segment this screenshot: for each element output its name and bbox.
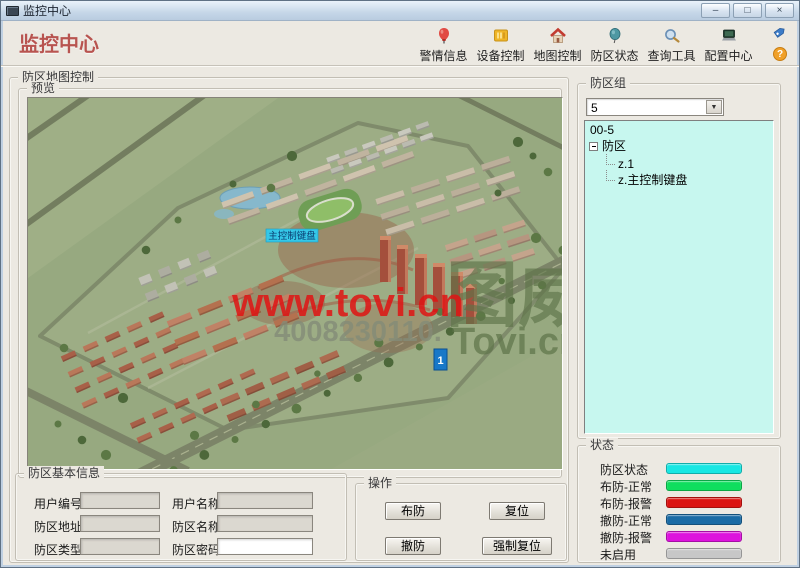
legend-label: 撤防-正常: [600, 512, 652, 529]
legend-row: 未启用: [578, 545, 780, 562]
app-icon: [6, 6, 19, 16]
toolbar-button-zone-status[interactable]: 防区状态: [586, 24, 643, 64]
svg-text:1: 1: [437, 355, 443, 367]
tree-node-zones[interactable]: 防区: [587, 138, 771, 154]
window-title: 监控中心: [23, 2, 71, 19]
tree-root-item[interactable]: 00-5: [587, 122, 771, 138]
zone-group-dropdown[interactable]: 5 ▼: [586, 98, 724, 116]
device-panel-icon: [472, 26, 529, 46]
field-label-zone-password: 防区密码: [172, 541, 220, 558]
header-divider: [1, 65, 799, 67]
legend-row: 防区状态: [578, 460, 780, 477]
preview-group: 预览: [18, 88, 562, 478]
legend-color-disarmed-alarm: [666, 531, 742, 542]
legend-label: 撤防-报警: [600, 529, 652, 546]
tree-connector: [606, 170, 615, 181]
group-title: 状态: [586, 438, 618, 452]
field-label-zone-type: 防区类型: [34, 541, 82, 558]
legend-color-disarmed-normal: [666, 514, 742, 525]
zone-info-group: 防区基本信息 用户编号 用户名称 防区地址 防区名称 防区类型 防区密码: [15, 473, 347, 561]
chevron-down-icon[interactable]: ▼: [706, 100, 722, 114]
map-zone-marker-1[interactable]: 1: [434, 349, 447, 370]
zone-status-icon: [586, 26, 643, 46]
zone-type-field[interactable]: [80, 538, 160, 555]
close-button[interactable]: ×: [765, 3, 794, 18]
field-label-zone-address: 防区地址: [34, 518, 82, 535]
map-device-label-keyboard[interactable]: 主控制键盘: [266, 229, 318, 242]
zone-name-field[interactable]: [217, 515, 313, 532]
maximize-button[interactable]: □: [733, 3, 762, 18]
zone-address-field[interactable]: [80, 515, 160, 532]
user-name-field[interactable]: [217, 492, 313, 509]
legend-color-disabled: [666, 548, 742, 559]
field-label-user-name: 用户名称: [172, 495, 220, 512]
legend-color-armed-normal: [666, 480, 742, 491]
toolbar-label: 配置中心: [700, 47, 757, 64]
legend-label: 防区状态: [600, 461, 648, 478]
field-label-zone-name: 防区名称: [172, 518, 220, 535]
zone-map[interactable]: 4008230110. Tovi.cn 图威 www.tovi.cn 主控制键盘…: [27, 97, 563, 470]
map-watermark-url: www.tovi.cn: [231, 281, 464, 325]
search-icon: [643, 26, 700, 46]
group-title: 预览: [27, 81, 59, 95]
legend-color-armed-alarm: [666, 497, 742, 508]
toolbar: 警情信息 设备控制 地图控制 防区状态: [415, 24, 757, 64]
zone-group-panel: 防区组 5 ▼ 00-5 防区 z.1 z.主控制键盘: [577, 83, 781, 439]
header: 监控中心 警情信息 设备控制 地图控制: [1, 22, 799, 65]
legend-row: 撤防-正常: [578, 511, 780, 528]
config-monitor-icon: [700, 26, 757, 46]
legend-label: 布防-报警: [600, 495, 652, 512]
help-button[interactable]: ?: [773, 47, 787, 61]
toolbar-button-config-center[interactable]: 配置中心: [700, 24, 757, 64]
group-title: 操作: [364, 476, 396, 490]
toolbar-label: 警情信息: [415, 47, 472, 64]
arm-button[interactable]: 布防: [385, 502, 441, 520]
legend-row: 布防-报警: [578, 494, 780, 511]
toolbar-button-alarm-info[interactable]: 警情信息: [415, 24, 472, 64]
status-legend-panel: 状态 防区状态 布防-正常 布防-报警 撤防-正常 撤防-报警: [577, 445, 781, 563]
dropdown-value: 5: [591, 101, 598, 115]
force-reset-button[interactable]: 强制复位: [482, 537, 552, 555]
toolbar-button-device-control[interactable]: 设备控制: [472, 24, 529, 64]
toolbar-button-query-tools[interactable]: 查询工具: [643, 24, 700, 64]
toolbar-label: 地图控制: [529, 47, 586, 64]
reset-button[interactable]: 复位: [489, 502, 545, 520]
legend-label: 布防-正常: [600, 478, 652, 495]
group-title: 防区基本信息: [24, 466, 104, 480]
user-number-field[interactable]: [80, 492, 160, 509]
toolbar-label: 设备控制: [472, 47, 529, 64]
tree-item-main-keyboard[interactable]: z.主控制键盘: [587, 170, 771, 186]
toolbar-button-map-control[interactable]: 地图控制: [529, 24, 586, 64]
legend-label: 未启用: [600, 546, 636, 563]
alarm-bell-icon: [415, 26, 472, 46]
minimize-button[interactable]: –: [701, 3, 730, 18]
toolbar-label: 查询工具: [643, 47, 700, 64]
help-area: ?: [769, 24, 791, 61]
legend-row: 撤防-报警: [578, 528, 780, 545]
tree-item-zone-1[interactable]: z.1: [587, 154, 771, 170]
legend-row: 布防-正常: [578, 477, 780, 494]
tree-connector: [606, 154, 615, 165]
group-title: 防区组: [586, 76, 630, 90]
map-home-icon: [529, 26, 586, 46]
legend-color-zone-status: [666, 463, 742, 474]
svg-text:主控制键盘: 主控制键盘: [268, 230, 316, 242]
zone-password-field[interactable]: [217, 538, 313, 555]
tag-icon[interactable]: [771, 27, 789, 44]
zone-tree[interactable]: 00-5 防区 z.1 z.主控制键盘: [584, 120, 774, 434]
disarm-button[interactable]: 撤防: [385, 537, 441, 555]
titlebar[interactable]: 监控中心 – □ ×: [1, 1, 799, 21]
operation-group: 操作 布防 复位 撤防 强制复位: [355, 483, 567, 561]
collapse-icon[interactable]: [589, 142, 598, 151]
app-window: 监控中心 – □ × 监控中心 警情信息 设备控制: [0, 0, 800, 568]
field-label-user-number: 用户编号: [34, 495, 82, 512]
page-title: 监控中心: [19, 28, 99, 57]
toolbar-label: 防区状态: [586, 47, 643, 64]
